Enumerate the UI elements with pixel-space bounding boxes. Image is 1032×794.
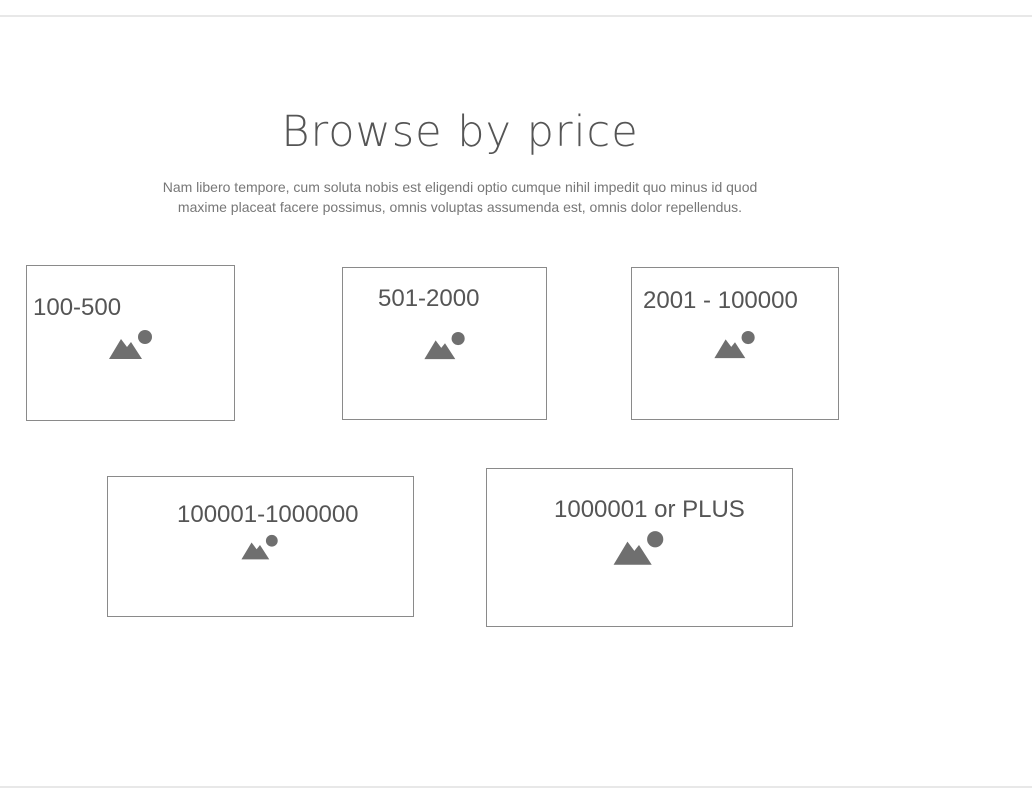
top-divider xyxy=(0,15,1032,17)
image-placeholder-icon xyxy=(613,530,665,567)
price-card-2001-100000[interactable]: 2001 - 100000 xyxy=(631,267,839,420)
browse-by-price-page: Browse by price Nam libero tempore, cum … xyxy=(0,0,1032,794)
price-range-label: 501-2000 xyxy=(378,285,480,312)
image-placeholder-icon xyxy=(109,329,153,361)
price-card-100001-1000000[interactable]: 100001-1000000 xyxy=(107,476,414,617)
price-range-label: 100-500 xyxy=(33,294,122,321)
page-title: Browse by price xyxy=(281,107,639,157)
price-range-label: 100001-1000000 xyxy=(177,501,359,528)
bottom-divider xyxy=(0,786,1032,788)
price-card-501-2000[interactable]: 501-2000 xyxy=(342,267,547,420)
price-card-100-500[interactable]: 100-500 xyxy=(26,265,235,421)
price-range-label: 1000001 or PLUS xyxy=(554,496,745,523)
price-range-label: 2001 - 100000 xyxy=(643,287,798,314)
image-placeholder-icon xyxy=(424,331,466,361)
section-description: Nam libero tempore, cum soluta nobis est… xyxy=(162,179,758,215)
image-placeholder-icon xyxy=(241,534,279,561)
image-placeholder-icon xyxy=(714,330,756,360)
price-card-1000001-or-plus[interactable]: 1000001 or PLUS xyxy=(486,468,793,627)
